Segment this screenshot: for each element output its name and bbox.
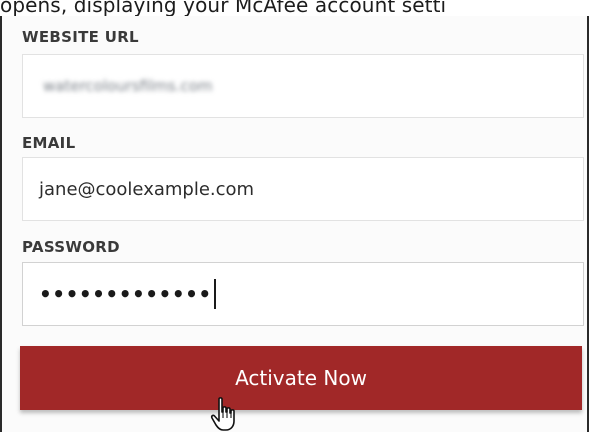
password-value: ••••••••••••• (39, 263, 216, 325)
hand-pointer-icon (210, 397, 235, 431)
password-label: PASSWORD (22, 238, 120, 256)
email-field[interactable]: jane@coolexample.com (22, 157, 584, 221)
activate-now-button[interactable]: Activate Now (20, 346, 582, 410)
email-label: EMAIL (22, 134, 76, 152)
website-url-label: WEBSITE URL (22, 28, 139, 46)
activate-now-label: Activate Now (235, 366, 367, 390)
text-caret (213, 279, 216, 309)
website-url-field[interactable]: watercoloursfilms.com (22, 54, 584, 118)
password-dots: ••••••••••••• (39, 282, 212, 306)
email-value: jane@coolexample.com (39, 178, 255, 200)
password-field[interactable]: ••••••••••••• (22, 262, 584, 326)
website-url-value: watercoloursfilms.com (43, 77, 213, 95)
caption-text: opens, displaying your McAfee account se… (0, 0, 447, 16)
page: opens, displaying your McAfee account se… (0, 0, 589, 432)
